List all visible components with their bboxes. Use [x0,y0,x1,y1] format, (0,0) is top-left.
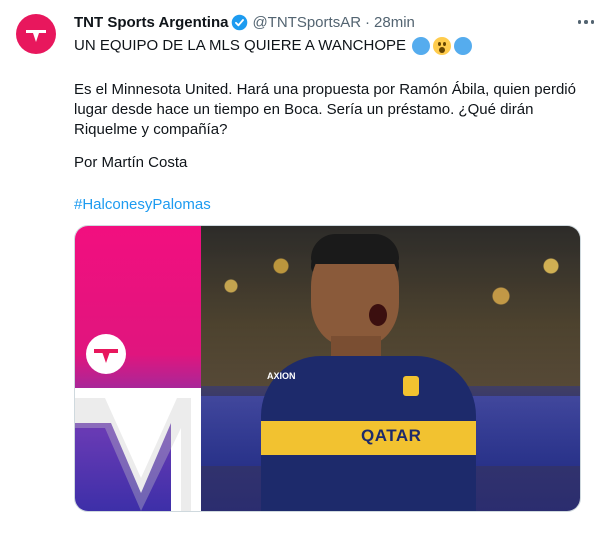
player-mouth [369,304,387,326]
tweet[interactable]: TNT Sports Argentina @TNTSportsAR · 28mi… [0,0,615,539]
tnt-logo-icon [26,30,46,42]
player-photo: QATAR AXION [201,226,580,511]
avatar[interactable] [16,14,56,54]
tweet-headline-row: UN EQUIPO DE LA MLS QUIERE A WANCHOPE [74,36,473,56]
tweet-byline: Por Martín Costa [74,154,188,171]
tweet-header: TNT Sports Argentina @TNTSportsAR · 28mi… [74,11,415,33]
tnt-logo-icon [86,334,126,374]
blue-circle-icon [454,37,473,55]
tnt-shape-graphic [75,388,201,511]
brand-panel [75,226,201,511]
tweet-body: Es el Minnesota United. Hará una propues… [74,81,576,138]
astonished-face-icon [433,37,452,55]
sleeve-sponsor: AXION [267,371,296,381]
author-name[interactable]: TNT Sports Argentina [74,14,228,31]
separator-dot: · [365,13,371,31]
timestamp[interactable]: 28min [374,14,415,31]
club-crest [403,376,419,396]
blue-circle-icon [412,37,431,55]
author-handle[interactable]: @TNTSportsAR [252,14,361,31]
verified-badge-icon [232,14,248,30]
more-options-icon[interactable] [575,12,597,32]
tweet-headline: UN EQUIPO DE LA MLS QUIERE A WANCHOPE [74,37,407,54]
hashtag-link[interactable]: #HalconesyPalomas [74,195,211,215]
tweet-media-image[interactable]: QATAR AXION [74,225,581,512]
player-hair-top [311,234,399,264]
jersey-sponsor: QATAR [361,426,422,445]
